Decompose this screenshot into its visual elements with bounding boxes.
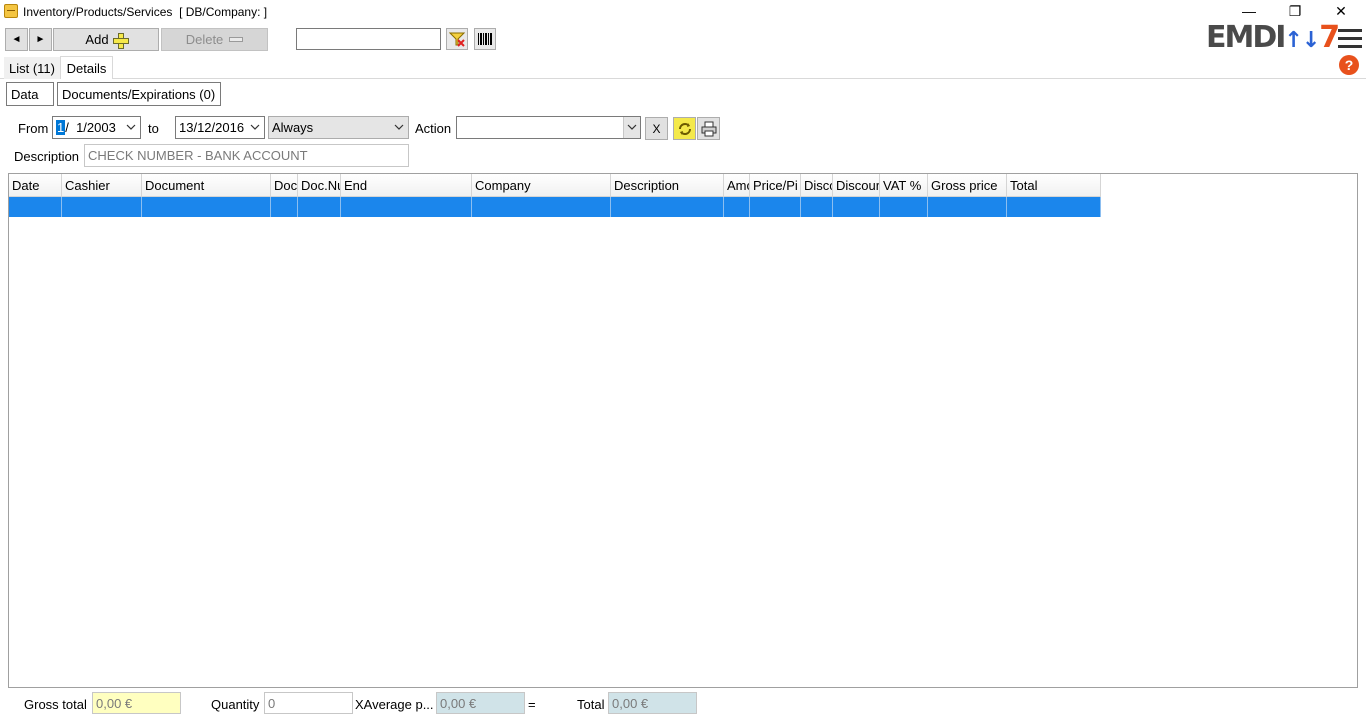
subtab-documents-expirations[interactable]: Documents/Expirations (0) xyxy=(57,82,221,106)
print-button[interactable] xyxy=(697,117,720,140)
add-button[interactable]: Add xyxy=(53,28,159,51)
from-date-picker[interactable]: 1/ 1/2003 xyxy=(52,116,141,139)
table-cell[interactable] xyxy=(880,197,928,217)
table-cell[interactable] xyxy=(9,197,62,217)
total-field: 0,00 € xyxy=(608,692,697,714)
to-date-value: 13/12/2016 xyxy=(179,120,245,135)
column-header-doc[interactable]: Doc xyxy=(271,174,298,197)
column-header-doc-number[interactable]: Doc.Nu xyxy=(298,174,341,197)
total-label: Total xyxy=(577,697,605,712)
barcode-icon xyxy=(478,33,492,45)
chevron-down-icon xyxy=(627,124,637,130)
table-cell[interactable] xyxy=(801,197,833,217)
chevron-down-icon xyxy=(394,124,404,130)
from-label: From xyxy=(18,121,49,136)
description-input[interactable]: CHECK NUMBER - BANK ACCOUNT xyxy=(84,144,409,167)
table-cell[interactable] xyxy=(833,197,880,217)
period-select[interactable]: Always xyxy=(268,116,409,139)
app-icon xyxy=(4,4,18,18)
table-cell[interactable] xyxy=(724,197,750,217)
from-date-rest: / 1/2003 xyxy=(65,120,116,135)
close-button[interactable]: ✕ xyxy=(1318,0,1364,22)
table-cell[interactable] xyxy=(611,197,724,217)
description-label: Description xyxy=(14,149,80,164)
to-date-picker[interactable]: 13/12/2016 xyxy=(175,116,265,139)
refresh-button[interactable] xyxy=(673,117,696,140)
quantity-label: Quantity xyxy=(211,697,260,712)
column-header-description[interactable]: Description xyxy=(611,174,724,197)
chevron-down-icon xyxy=(126,124,136,130)
window-title: Inventory/Products/Services [ DB/Company… xyxy=(23,5,268,19)
column-header-gross-price[interactable]: Gross price xyxy=(928,174,1007,197)
filter-clear-icon xyxy=(449,32,465,47)
delete-button[interactable]: Delete xyxy=(161,28,268,51)
table-row[interactable] xyxy=(9,197,1101,217)
average-price-label: XAverage p... xyxy=(355,697,434,712)
menu-icon[interactable] xyxy=(1338,27,1362,49)
column-header-cashier[interactable]: Cashier xyxy=(62,174,142,197)
next-button[interactable]: ► xyxy=(29,28,52,51)
column-header-vat[interactable]: VAT % xyxy=(880,174,928,197)
gross-total-field: 0,00 € xyxy=(92,692,181,714)
from-date-day: 1 xyxy=(56,120,66,135)
tab-divider xyxy=(0,78,1366,79)
minus-icon xyxy=(229,37,244,42)
average-price-field: 0,00 € xyxy=(436,692,525,714)
filter-clear-button[interactable] xyxy=(446,28,468,50)
help-icon[interactable]: ? xyxy=(1339,55,1359,75)
gross-total-label: Gross total xyxy=(24,697,87,712)
grid-header: Date Cashier Document Doc Doc.Nu End Com… xyxy=(9,174,1101,197)
action-label: Action xyxy=(415,121,452,136)
column-header-discount-2[interactable]: Discour xyxy=(833,174,880,197)
right-arrow-icon: ► xyxy=(35,34,46,45)
documents-grid[interactable]: Date Cashier Document Doc Doc.Nu End Com… xyxy=(8,173,1358,688)
column-header-date[interactable]: Date xyxy=(9,174,62,197)
barcode-button[interactable] xyxy=(474,28,496,50)
table-cell[interactable] xyxy=(298,197,341,217)
clear-action-button[interactable]: X xyxy=(645,117,668,140)
printer-icon xyxy=(701,121,716,136)
quantity-field[interactable]: 0 xyxy=(264,692,353,714)
refresh-icon xyxy=(678,122,691,135)
table-cell[interactable] xyxy=(271,197,298,217)
equals-sign: = xyxy=(528,697,536,712)
minimize-button[interactable]: — xyxy=(1226,0,1272,22)
period-value: Always xyxy=(272,120,314,135)
table-cell[interactable] xyxy=(472,197,611,217)
plus-icon xyxy=(112,32,129,49)
table-cell[interactable] xyxy=(142,197,271,217)
delete-label: Delete xyxy=(185,32,224,47)
emdi-logo: EMDI↑↓7 xyxy=(1206,20,1340,55)
column-header-document[interactable]: Document xyxy=(142,174,271,197)
tab-list[interactable]: List (11) xyxy=(4,57,60,79)
tab-details[interactable]: Details xyxy=(60,56,113,79)
table-cell[interactable] xyxy=(1007,197,1101,217)
table-cell[interactable] xyxy=(62,197,142,217)
table-cell[interactable] xyxy=(750,197,801,217)
column-header-company[interactable]: Company xyxy=(472,174,611,197)
previous-button[interactable]: ◄ xyxy=(5,28,28,51)
subtab-data[interactable]: Data xyxy=(6,82,54,106)
column-header-price[interactable]: Price/Pi xyxy=(750,174,801,197)
chevron-down-icon xyxy=(250,124,260,130)
left-arrow-icon: ◄ xyxy=(11,34,22,45)
table-cell[interactable] xyxy=(928,197,1007,217)
add-label: Add xyxy=(85,32,109,47)
column-header-total[interactable]: Total xyxy=(1007,174,1101,197)
to-label: to xyxy=(148,121,159,136)
search-input[interactable] xyxy=(296,28,441,50)
table-cell[interactable] xyxy=(341,197,472,217)
column-header-discount[interactable]: Disco xyxy=(801,174,833,197)
column-header-amount[interactable]: Amo xyxy=(724,174,750,197)
action-select[interactable] xyxy=(456,116,641,139)
column-header-end[interactable]: End xyxy=(341,174,472,197)
restore-button[interactable]: ❐ xyxy=(1272,0,1318,22)
